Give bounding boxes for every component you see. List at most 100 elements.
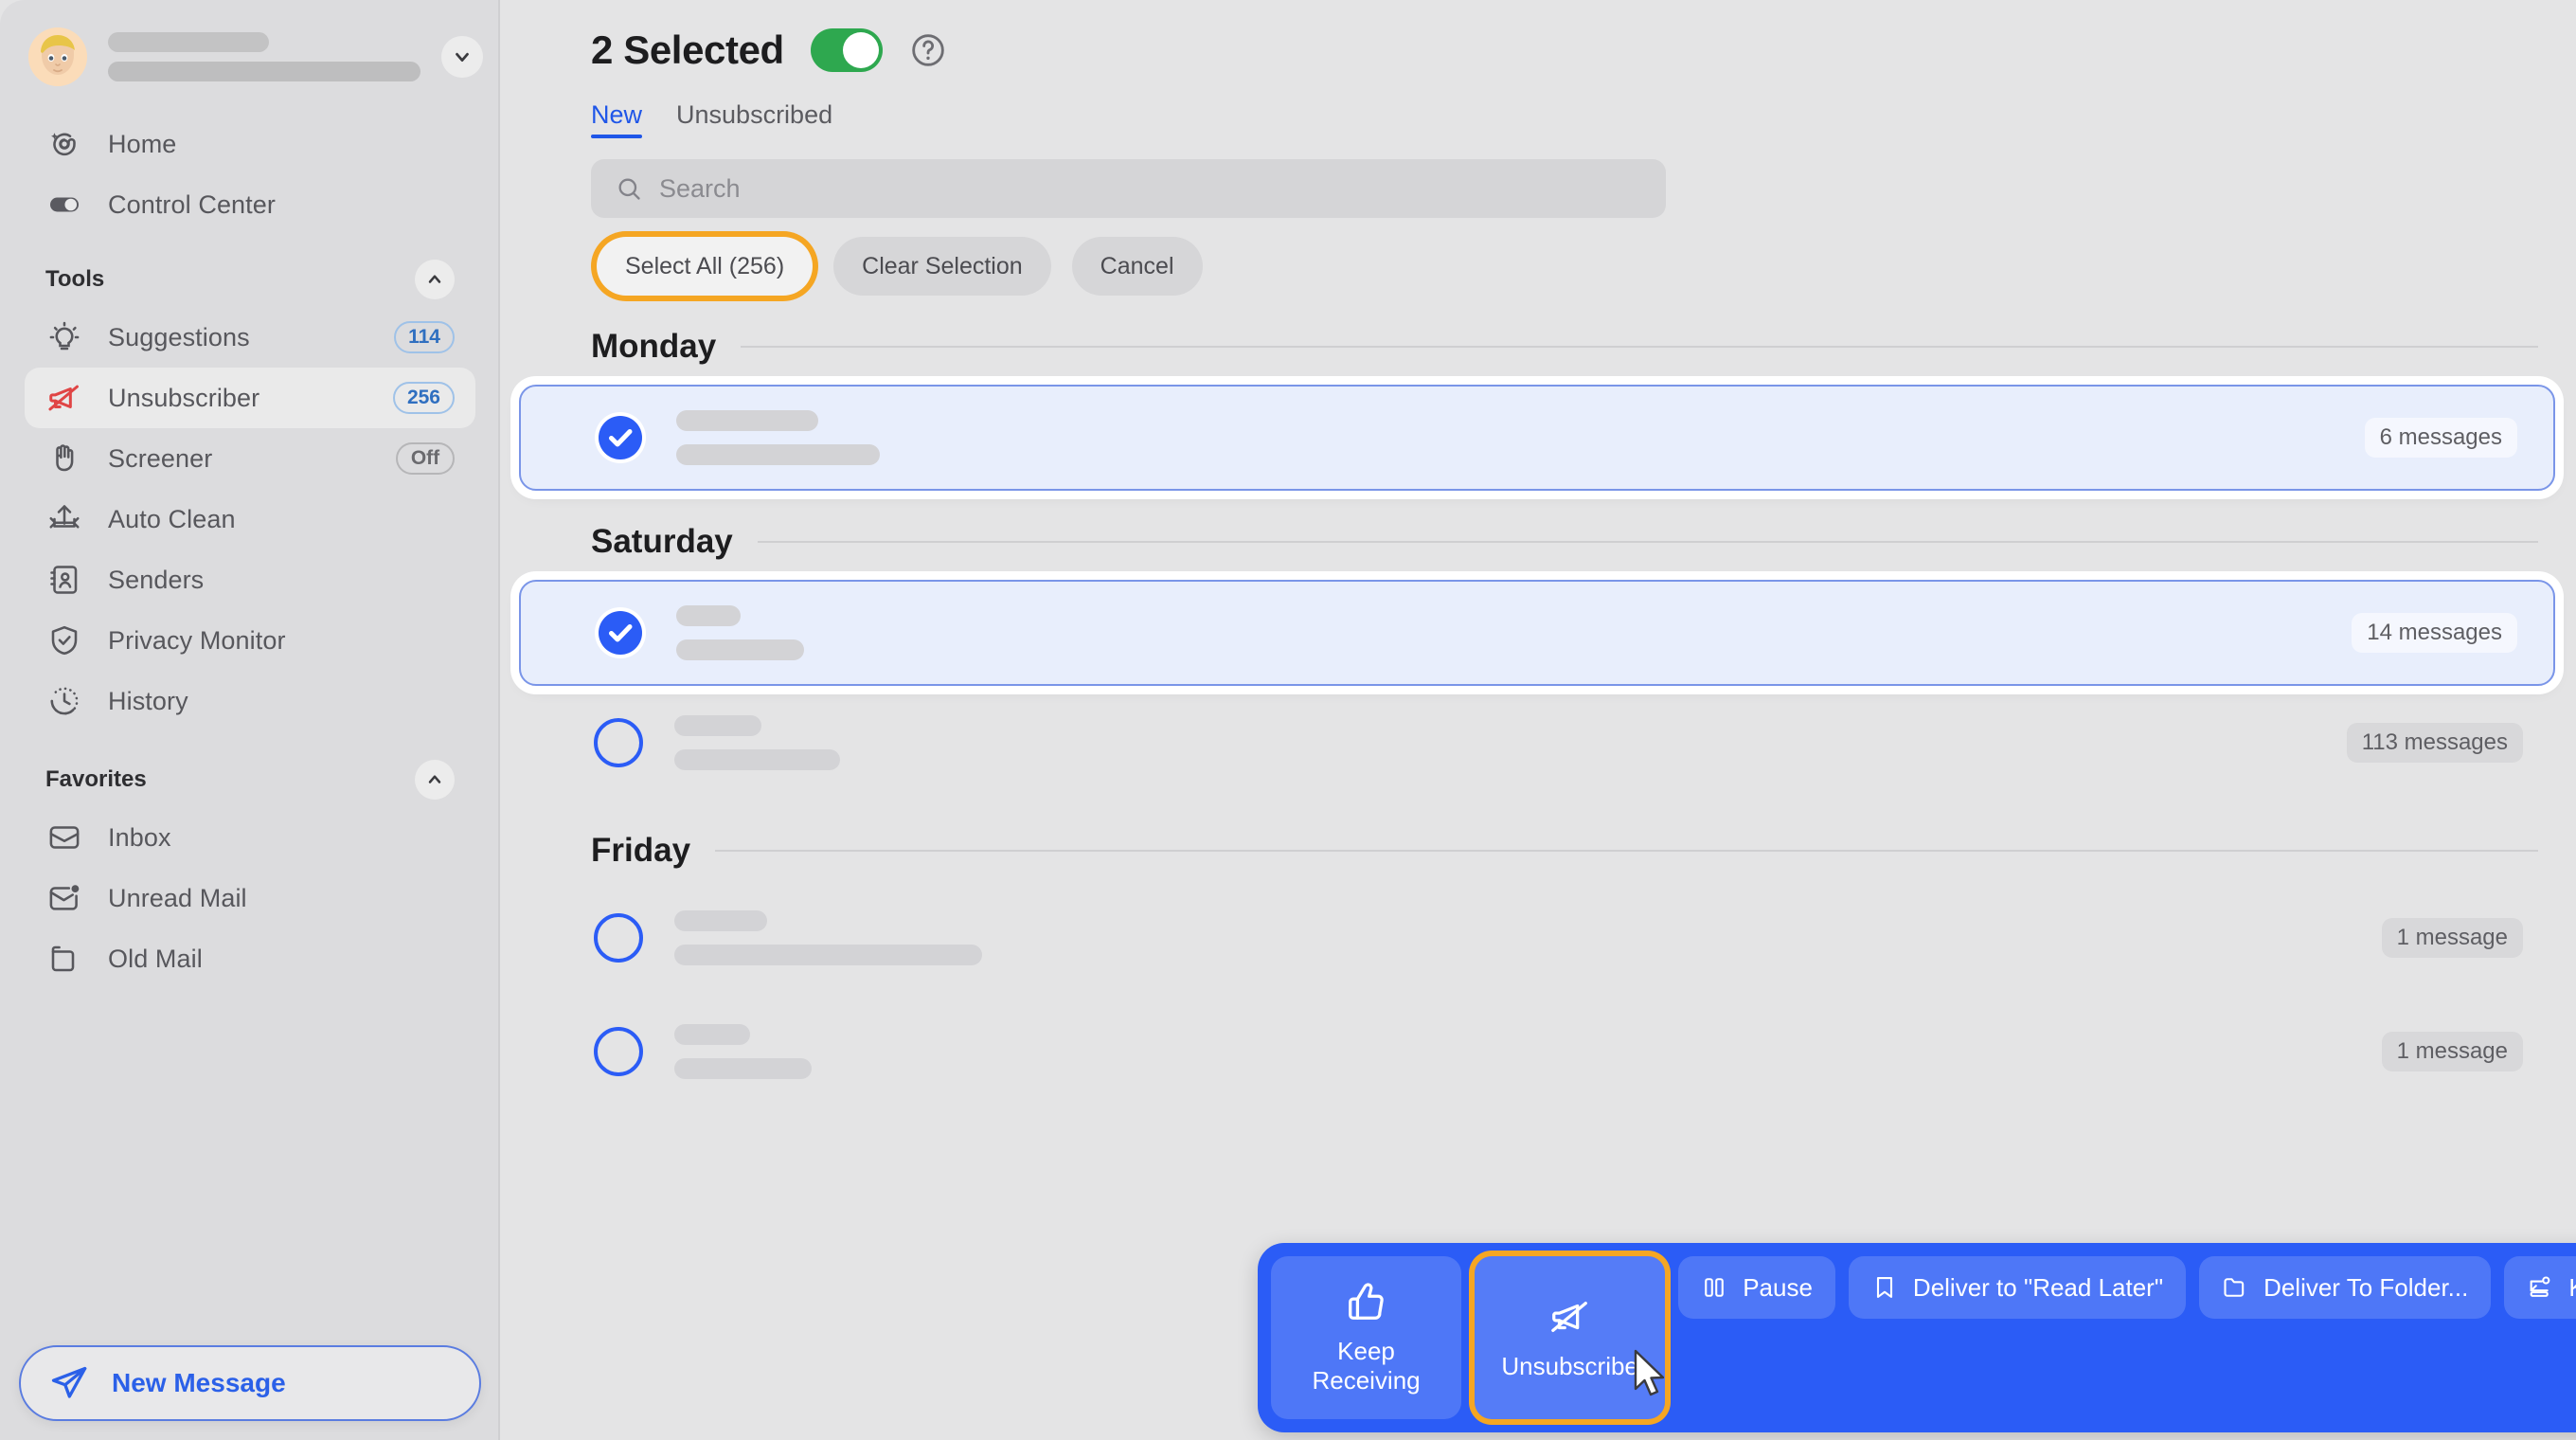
- status-badge: 114: [394, 321, 455, 353]
- row-line-2: [676, 639, 804, 660]
- deliver-read-later-chip[interactable]: Deliver to "Read Later": [1848, 1256, 2187, 1319]
- sidebar-item-suggestions[interactable]: Suggestions 114: [25, 307, 475, 368]
- sidebar-item-history[interactable]: History: [25, 671, 475, 731]
- table-row[interactable]: 6 messages: [519, 385, 2555, 491]
- keep-newest-label: Keep Newest: [2568, 1273, 2576, 1303]
- new-message-button[interactable]: New Message: [19, 1345, 481, 1421]
- selection-toggle[interactable]: [810, 28, 883, 72]
- section-title: Favorites: [45, 766, 147, 792]
- divider: [715, 850, 2538, 852]
- envelope-dot-icon: [45, 879, 83, 917]
- page-title: 2 Selected: [591, 27, 784, 72]
- sidebar-item-old-mail[interactable]: Old Mail: [25, 928, 475, 989]
- sidebar: Home Control Center Tools Suggestions 11…: [0, 0, 500, 1440]
- message-count: 6 messages: [2364, 418, 2517, 458]
- search-icon: [616, 175, 642, 202]
- folder-icon: [2222, 1274, 2248, 1301]
- day-group-friday: Friday 1 message 1 message: [500, 832, 2576, 1108]
- cancel-button[interactable]: Cancel: [1071, 237, 1203, 296]
- checkbox-unchecked[interactable]: [591, 1024, 646, 1079]
- row-line-2: [674, 1058, 812, 1079]
- day-label: Monday: [591, 328, 717, 365]
- message-count: 1 message: [2381, 918, 2523, 958]
- row-line-1: [674, 1024, 750, 1045]
- status-badge: 256: [392, 382, 455, 414]
- row-line-2: [674, 945, 982, 965]
- search-bar[interactable]: Search: [591, 159, 1666, 218]
- section-header-tools[interactable]: Tools: [32, 252, 468, 307]
- clear-selection-button[interactable]: Clear Selection: [833, 237, 1051, 296]
- divider: [757, 541, 2538, 543]
- chevron-up-icon[interactable]: [415, 260, 455, 299]
- divider: [741, 346, 2538, 348]
- sidebar-item-privacy-monitor[interactable]: Privacy Monitor: [25, 610, 475, 671]
- search-input[interactable]: Search: [659, 174, 741, 204]
- row-line-1: [674, 910, 767, 931]
- keep-receiving-label: Keep Receiving: [1312, 1337, 1421, 1395]
- selection-action-row: Select All (256) Clear Selection Cancel: [591, 237, 2576, 296]
- keep-newest-chip[interactable]: Keep Newest: [2504, 1256, 2576, 1319]
- megaphone-slash-icon: [1548, 1295, 1592, 1339]
- sidebar-item-label: Suggestions: [108, 322, 250, 351]
- checkbox-checked[interactable]: [593, 410, 648, 465]
- chevron-up-icon[interactable]: [415, 760, 455, 800]
- row-line-1: [676, 410, 818, 431]
- checkbox-checked[interactable]: [593, 605, 648, 660]
- day-label: Friday: [591, 832, 691, 869]
- unsubscribe-button[interactable]: Unsubscribe: [1475, 1256, 1666, 1419]
- deliver-to-folder-chip[interactable]: Deliver To Folder...: [2199, 1256, 2492, 1319]
- table-row[interactable]: 1 message: [500, 995, 2576, 1108]
- sidebar-item-label: History: [108, 686, 188, 715]
- main-header: 2 Selected New Unsubscribed Search Selec…: [500, 0, 2576, 296]
- section-header-favorites[interactable]: Favorites: [32, 752, 468, 807]
- toggle-knob: [842, 32, 879, 68]
- message-count: 113 messages: [2346, 723, 2523, 763]
- sidebar-item-label: Old Mail: [108, 944, 203, 973]
- new-message-label: New Message: [112, 1368, 286, 1397]
- row-line-2: [674, 749, 840, 770]
- auto-clean-arrows-icon: [45, 500, 83, 538]
- account-line-2: [108, 62, 420, 81]
- shield-check-icon: [45, 621, 83, 659]
- app-window: Home Control Center Tools Suggestions 11…: [0, 0, 2576, 1440]
- table-row[interactable]: 14 messages: [519, 580, 2555, 686]
- tab-unsubscribed[interactable]: Unsubscribed: [676, 100, 832, 138]
- paper-plane-icon: [49, 1363, 89, 1403]
- row-line-2: [676, 444, 880, 465]
- checkbox-unchecked[interactable]: [591, 910, 646, 965]
- row-placeholder-lines: [676, 605, 2352, 660]
- tab-new[interactable]: New: [591, 100, 643, 138]
- sidebar-item-unsubscriber[interactable]: Unsubscriber 256: [25, 368, 475, 428]
- sidebar-item-label: Home: [108, 129, 177, 158]
- chevron-down-icon[interactable]: [441, 36, 483, 78]
- sidebar-item-inbox[interactable]: Inbox: [25, 807, 475, 868]
- pause-chip[interactable]: Pause: [1678, 1256, 1835, 1319]
- sidebar-item-label: Auto Clean: [108, 504, 236, 533]
- row-placeholder-lines: [674, 910, 2382, 965]
- row-placeholder-lines: [674, 715, 2347, 770]
- pause-icon: [1701, 1274, 1727, 1301]
- table-row[interactable]: 113 messages: [500, 686, 2576, 800]
- sidebar-item-control-center[interactable]: Control Center: [25, 174, 475, 235]
- sidebar-item-senders[interactable]: Senders: [25, 549, 475, 610]
- sidebar-item-label: Unread Mail: [108, 883, 247, 912]
- table-row[interactable]: 1 message: [500, 881, 2576, 995]
- sidebar-item-unread-mail[interactable]: Unread Mail: [25, 868, 475, 928]
- question-circle-icon[interactable]: [909, 31, 947, 69]
- sidebar-item-auto-clean[interactable]: Auto Clean: [25, 489, 475, 549]
- sidebar-item-screener[interactable]: Screener Off: [25, 428, 475, 489]
- sidebar-item-home[interactable]: Home: [25, 114, 475, 174]
- sidebar-item-label: Inbox: [108, 822, 171, 852]
- account-name-placeholder: [108, 32, 420, 81]
- day-group-monday: Monday 6 messages: [500, 328, 2576, 491]
- account-header[interactable]: [28, 21, 483, 93]
- status-badge: Off: [396, 442, 455, 475]
- checkbox-unchecked[interactable]: [591, 715, 646, 770]
- pause-label: Pause: [1743, 1272, 1813, 1302]
- bookmark-icon: [1871, 1274, 1898, 1301]
- message-count: 14 messages: [2352, 613, 2517, 653]
- select-all-button[interactable]: Select All (256): [597, 237, 814, 296]
- section-title: Tools: [45, 266, 105, 292]
- envelope-icon: [45, 819, 83, 856]
- keep-receiving-button[interactable]: Keep Receiving: [1271, 1256, 1462, 1419]
